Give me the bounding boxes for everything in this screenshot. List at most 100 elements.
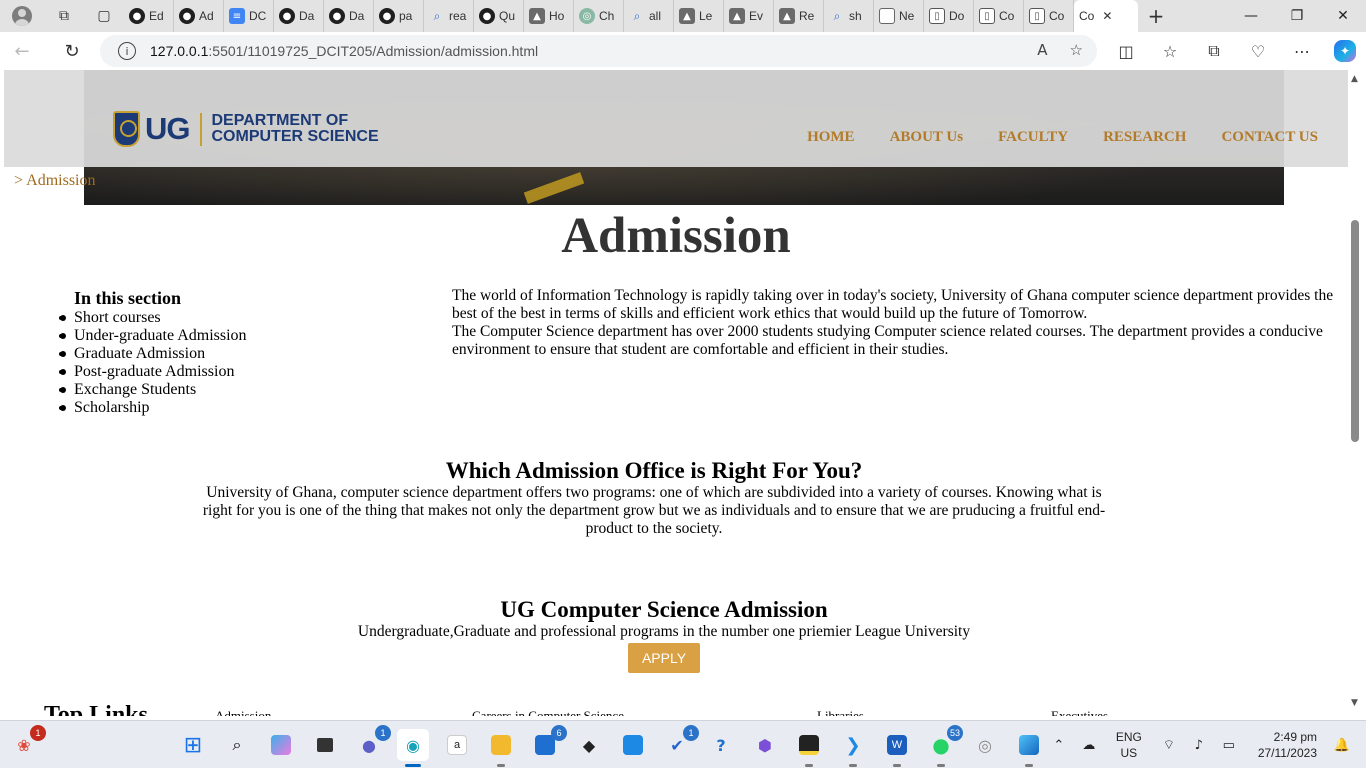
nav-about[interactable]: ABOUT Us	[890, 129, 964, 146]
edge-browser-icon[interactable]: ◉	[397, 729, 429, 767]
word-icon[interactable]: W	[881, 729, 913, 767]
file-explorer-icon[interactable]	[485, 729, 517, 767]
restore-icon[interactable]: ❐	[1274, 0, 1320, 32]
footer-link-admission[interactable]: Admission	[215, 708, 271, 716]
url-path: :5501/11019725_DCIT205/Admission/admissi…	[208, 43, 539, 59]
clock[interactable]: 2:49 pm 27/11/2023	[1258, 729, 1317, 761]
favorite-star-icon[interactable]: ☆	[1070, 41, 1083, 59]
tab-14[interactable]: ⌕ sh	[824, 0, 874, 32]
chevron-up-icon[interactable]: ⌃	[1047, 738, 1071, 753]
section-nav-item-graduate[interactable]: Graduate Admission	[60, 345, 247, 363]
site-info-icon[interactable]: i	[118, 42, 136, 60]
window-close-icon[interactable]: ✕	[1320, 0, 1366, 32]
tab-9[interactable]: ◎ Ch	[574, 0, 624, 32]
page-title: Admission	[561, 208, 791, 264]
todo-icon[interactable]: ✔ 1	[661, 725, 699, 761]
tab-15[interactable]: Ne	[874, 0, 924, 32]
tab-10[interactable]: ⌕ all	[624, 0, 674, 32]
tab-5[interactable]: ● pa	[374, 0, 424, 32]
breadcrumb[interactable]: > Admission	[14, 172, 95, 190]
nav-contact[interactable]: CONTACT US	[1221, 129, 1318, 146]
section-nav-item-short-courses[interactable]: Short courses	[60, 309, 247, 327]
tab-2[interactable]: ≡ DC	[224, 0, 274, 32]
section-nav-item-exchange[interactable]: Exchange Students	[60, 381, 247, 399]
tab-3[interactable]: ● Da	[274, 0, 324, 32]
tab-0[interactable]: ● Ed	[124, 0, 174, 32]
battery-icon[interactable]: ▭	[1217, 738, 1241, 753]
sticky-notes-icon[interactable]	[793, 729, 825, 767]
tab-actions-icon[interactable]: ▢	[84, 0, 124, 32]
tab-18[interactable]: ▯ Co	[1024, 0, 1074, 32]
tab-1[interactable]: ● Ad	[174, 0, 224, 32]
address-bar[interactable]: i 127.0.0.1:5501/11019725_DCIT205/Admiss…	[100, 35, 1097, 67]
tab-active[interactable]: Co ✕	[1074, 0, 1138, 32]
read-aloud-icon[interactable]: A	[1037, 41, 1047, 59]
myhp-icon[interactable]	[617, 729, 649, 761]
tab-8[interactable]: ▲ Ho	[524, 0, 574, 32]
refresh-icon[interactable]: ↻	[50, 32, 94, 70]
new-tab-button[interactable]: +	[1138, 0, 1174, 32]
site-logo[interactable]: UG DEPARTMENT OF COMPUTER SCIENCE	[113, 111, 379, 147]
language-indicator[interactable]: ENG US	[1116, 729, 1142, 761]
clock-date: 27/11/2023	[1257, 746, 1317, 760]
notification-app-icon[interactable]: ❀ 1	[8, 725, 46, 761]
browser-essentials-icon[interactable]: ♡	[1240, 35, 1276, 67]
get-help-icon[interactable]: ?	[705, 729, 737, 761]
scroll-down-icon[interactable]: ▼	[1351, 698, 1358, 708]
nav-research[interactable]: RESEARCH	[1103, 129, 1186, 146]
system-tray: ⌃ ☁ ENG US ⌔ ♪ ▭ 2:49 pm 27/11/2023 🔔	[1044, 721, 1366, 768]
favorites-icon[interactable]: ☆	[1152, 35, 1188, 67]
tab-11[interactable]: ▲ Le	[674, 0, 724, 32]
photos-icon[interactable]	[1013, 729, 1045, 767]
tab-title: Qu	[499, 9, 516, 23]
wifi-icon[interactable]: ⌔	[1157, 737, 1181, 753]
amazon-icon[interactable]: a	[441, 729, 473, 761]
admission-office-text: University of Ghana, computer science de…	[202, 484, 1106, 537]
tab-4[interactable]: ● Da	[324, 0, 374, 32]
collections-icon[interactable]: ⧉	[1196, 35, 1232, 67]
mail-icon[interactable]: 6	[529, 725, 567, 761]
dropbox-icon[interactable]: ◆	[573, 729, 605, 761]
tab-13[interactable]: ▲ Re	[774, 0, 824, 32]
profile-button[interactable]	[0, 0, 44, 32]
minimize-icon[interactable]: —	[1228, 0, 1274, 32]
search-icon[interactable]: ⌕	[221, 729, 253, 761]
copilot-taskbar-icon[interactable]	[265, 729, 297, 761]
section-nav-item-undergraduate[interactable]: Under-graduate Admission	[60, 327, 247, 345]
tab-title: Ne	[899, 9, 915, 23]
volume-icon[interactable]: ♪	[1187, 738, 1211, 753]
app-circle-icon[interactable]: ◎	[969, 729, 1001, 761]
tab-6[interactable]: ⌕ rea	[424, 0, 474, 32]
footer-link-careers[interactable]: Careers in Computer Science	[472, 708, 624, 716]
workspaces-icon[interactable]: ⧉	[44, 0, 84, 32]
footer-link-executives[interactable]: Executives	[1051, 708, 1108, 716]
scrollbar-thumb[interactable]	[1351, 220, 1359, 442]
vscode-icon[interactable]: ❯	[837, 729, 869, 767]
close-icon[interactable]: ✕	[1102, 9, 1112, 23]
whatsapp-icon[interactable]: ● 53	[925, 725, 963, 767]
back-arrow-icon[interactable]: ←	[0, 32, 44, 70]
copilot-icon[interactable]: ✦	[1334, 40, 1356, 62]
tab-17[interactable]: ▯ Co	[974, 0, 1024, 32]
footer-link-libraries[interactable]: Libraries	[817, 708, 864, 716]
tab-title: Re	[799, 9, 815, 23]
more-menu-icon[interactable]: ⋯	[1284, 35, 1320, 67]
split-screen-icon[interactable]: ◫	[1108, 35, 1144, 67]
section-nav-item-scholarship[interactable]: Scholarship	[60, 399, 247, 417]
nav-home[interactable]: HOME	[807, 129, 855, 146]
start-windows-icon[interactable]: ⊞	[177, 729, 209, 761]
tab-12[interactable]: ▲ Ev	[724, 0, 774, 32]
task-view-icon[interactable]	[309, 729, 341, 761]
section-nav-item-postgraduate[interactable]: Post-graduate Admission	[60, 363, 247, 381]
page-scrollbar[interactable]: ▲ ▼	[1348, 70, 1362, 716]
tab-7[interactable]: ● Qu	[474, 0, 524, 32]
ug-admission-heading: UG Computer Science Admission	[500, 597, 828, 622]
app-hexagon-icon[interactable]: ⬢	[749, 729, 781, 761]
nav-faculty[interactable]: FACULTY	[998, 129, 1068, 146]
teams-chat-icon[interactable]: ● 1	[353, 725, 391, 761]
tab-16[interactable]: ▯ Do	[924, 0, 974, 32]
apply-button[interactable]: APPLY	[627, 643, 701, 673]
notifications-bell-icon[interactable]: 🔔	[1330, 738, 1354, 753]
scroll-up-icon[interactable]: ▲	[1351, 74, 1358, 84]
onedrive-cloud-icon[interactable]: ☁	[1077, 738, 1101, 753]
